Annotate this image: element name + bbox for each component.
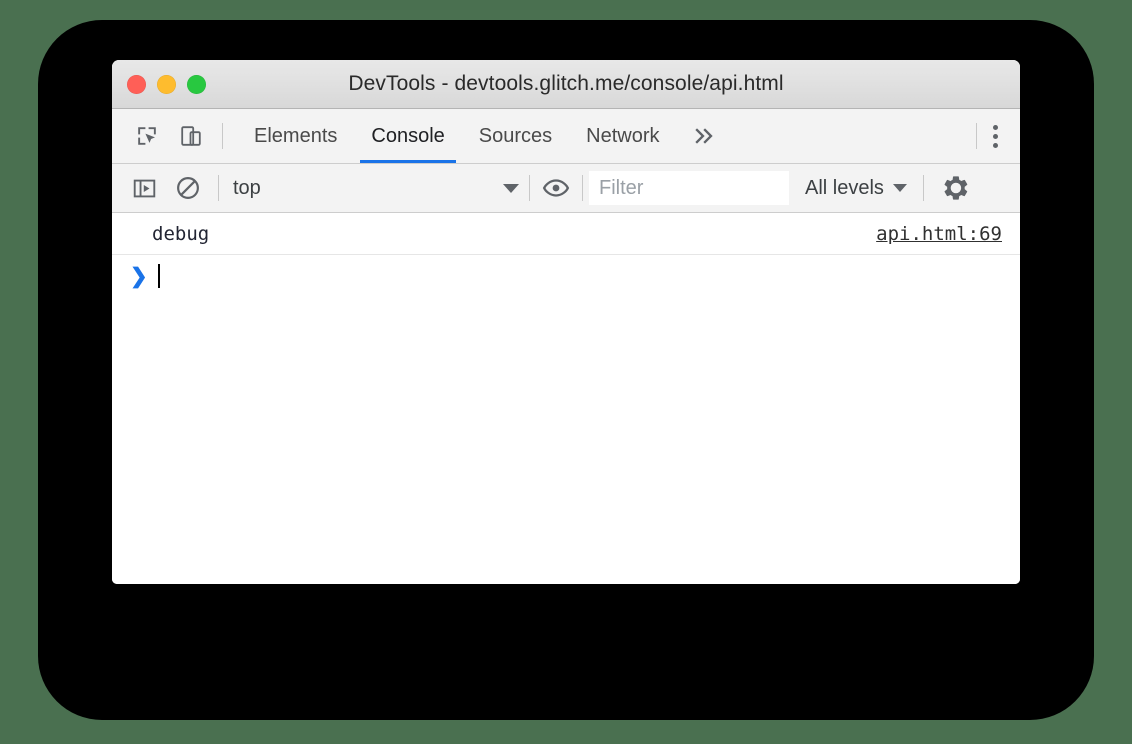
minimize-window-button[interactable] xyxy=(157,74,176,94)
tab-network[interactable]: Network xyxy=(569,109,676,163)
toolbar-divider-4 xyxy=(922,175,924,201)
tab-elements[interactable]: Elements xyxy=(237,109,354,163)
inspect-element-button[interactable] xyxy=(130,119,164,153)
zoom-window-button[interactable] xyxy=(187,74,206,94)
tabbar-left-icons xyxy=(112,109,222,163)
toolbar-divider-2 xyxy=(529,175,530,201)
device-toolbar-icon xyxy=(181,126,201,146)
live-expression-eye-icon xyxy=(542,179,570,197)
clear-console-icon xyxy=(177,177,199,199)
device-toolbar-button[interactable] xyxy=(174,119,208,153)
console-message-list: debug api.html:69 ❯ xyxy=(112,213,1020,584)
execution-context-value: top xyxy=(233,176,261,199)
console-prompt[interactable]: ❯ xyxy=(112,255,1020,297)
tabbar-spacer xyxy=(735,109,977,163)
clear-console-button[interactable] xyxy=(170,170,206,206)
toolbar-divider-3 xyxy=(582,175,583,201)
main-menu-button[interactable] xyxy=(977,109,1020,163)
log-level-label: All levels xyxy=(805,176,884,199)
inspect-element-icon xyxy=(138,127,156,145)
console-sidebar-toggle-button[interactable] xyxy=(126,170,162,206)
settings-gear-icon xyxy=(944,176,968,200)
panel-tabs: Elements Console Sources Network xyxy=(223,109,735,163)
chevron-down-icon xyxy=(503,183,519,193)
chevron-double-right-icon xyxy=(694,128,713,144)
devtools-window: DevTools - devtools.glitch.me/console/ap… xyxy=(112,60,1020,584)
tab-sources[interactable]: Sources xyxy=(462,109,569,163)
tab-console[interactable]: Console xyxy=(354,109,461,163)
window-title: DevTools - devtools.glitch.me/console/ap… xyxy=(348,72,784,95)
text-caret xyxy=(158,264,160,288)
filter-input[interactable] xyxy=(589,171,789,205)
console-toolbar: top All levels xyxy=(112,164,1020,213)
console-message-source-link[interactable]: api.html:69 xyxy=(876,223,1002,245)
execution-context-dropdown[interactable]: top xyxy=(219,170,529,206)
traffic-lights xyxy=(112,74,206,94)
more-tabs-button[interactable] xyxy=(677,109,735,163)
devtools-tabbar: Elements Console Sources Network xyxy=(112,109,1020,164)
prompt-chevron-icon: ❯ xyxy=(130,264,148,288)
create-live-expression-button[interactable] xyxy=(538,170,574,206)
console-message-text: debug xyxy=(152,222,210,245)
table-row[interactable]: debug api.html:69 xyxy=(112,213,1020,255)
close-window-button[interactable] xyxy=(127,74,146,94)
console-sidebar-icon xyxy=(133,179,155,197)
kebab-menu-icon xyxy=(993,124,998,148)
window-titlebar: DevTools - devtools.glitch.me/console/ap… xyxy=(112,60,1020,109)
log-level-dropdown[interactable]: All levels xyxy=(805,177,907,200)
console-settings-button[interactable] xyxy=(938,170,974,206)
chevron-down-icon xyxy=(892,184,907,192)
